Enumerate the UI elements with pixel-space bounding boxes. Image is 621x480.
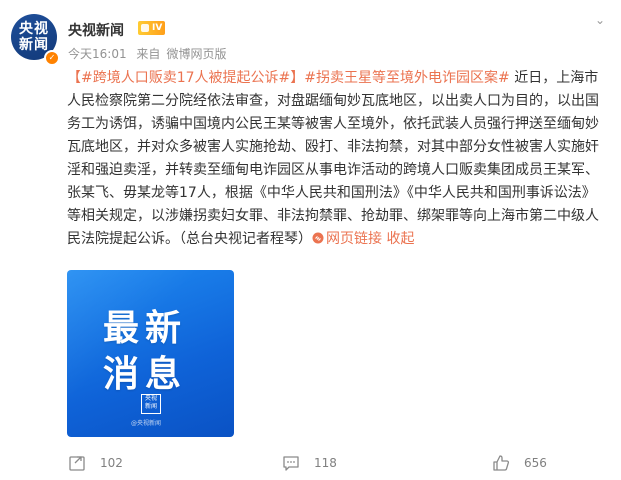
image-title-line1: 最新 — [103, 308, 188, 349]
logo-line2: 新闻 — [144, 403, 157, 410]
link-icon — [312, 232, 324, 244]
like-button[interactable]: 656 — [492, 454, 547, 472]
topic-link-2[interactable]: #拐卖王星等至境外电诈园区案# — [304, 70, 509, 86]
image-watermark: @央视新闻 — [131, 420, 162, 427]
post-text: 近日，上海市人民检察院第二分院经依法审查，对盘踞缅甸妙瓦底地区，以出卖人口为目的… — [67, 70, 599, 247]
post-source: 微博网页版 — [166, 47, 227, 61]
post-body: 【#跨境人口贩卖17人被提起公诉#】#拐卖王星等至境外电诈园区案# 近日，上海市… — [67, 67, 605, 251]
chevron-down-icon[interactable]: ⌄ — [592, 12, 608, 28]
vip-level-badge[interactable]: IV — [138, 21, 166, 35]
repost-count: 102 — [100, 456, 123, 470]
image-title: 最新 消息 — [103, 306, 187, 398]
comment-icon — [283, 456, 299, 471]
comment-button[interactable]: 118 — [282, 454, 337, 472]
cctv-logo: 央视 新闻 — [141, 394, 161, 414]
post-meta: 今天16:01 来自 微博网页版 — [68, 45, 232, 62]
topic-link-1[interactable]: 【#跨境人口贩卖17人被提起公诉#】 — [67, 70, 304, 86]
avatar-text-top: 央视 — [19, 21, 49, 37]
verified-badge-icon: ✓ — [44, 50, 60, 66]
action-bar: 102 118 656 — [0, 452, 621, 480]
repost-icon — [69, 456, 85, 471]
comment-count: 118 — [314, 456, 337, 470]
collapse-link[interactable]: 收起 — [386, 231, 414, 247]
thumbs-up-icon — [493, 455, 510, 471]
source-prefix: 来自 — [136, 47, 161, 61]
logo-line1: 央视 — [144, 395, 157, 402]
post-time[interactable]: 今天16:01 — [68, 47, 127, 61]
avatar-text-bottom: 新闻 — [19, 37, 49, 53]
author-name[interactable]: 央视新闻 — [68, 20, 124, 40]
web-link-label: 网页链接 — [326, 231, 382, 247]
like-count: 656 — [524, 456, 547, 470]
image-title-line2: 消息 — [103, 354, 188, 395]
post-image[interactable]: 最新 消息 央视 新闻 @央视新闻 — [67, 270, 234, 437]
web-link[interactable]: 网页链接 — [312, 231, 382, 247]
repost-button[interactable]: 102 — [68, 454, 123, 472]
